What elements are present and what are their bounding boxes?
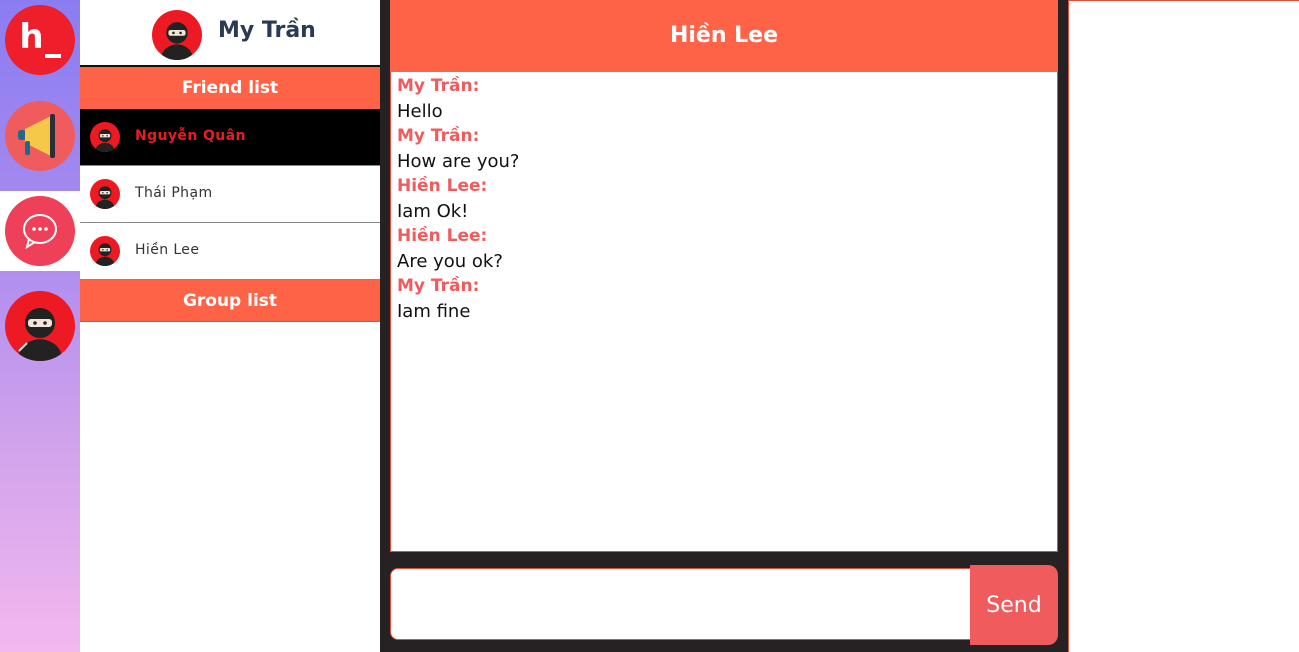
- message-sender: My Trần:: [397, 76, 480, 96]
- logo-text: h: [19, 17, 43, 57]
- announcements-button[interactable]: [5, 101, 75, 171]
- message-text: Hello: [397, 101, 443, 122]
- send-button[interactable]: Send: [970, 565, 1058, 645]
- message-sender: Hiền Lee:: [397, 226, 488, 246]
- friend-item[interactable]: Hiền Lee: [80, 223, 380, 280]
- friend-list-header: Friend list: [80, 67, 380, 109]
- message-text: Iam Ok!: [397, 201, 469, 222]
- app-rail: h: [0, 0, 80, 652]
- message-input-wrapper: [390, 568, 972, 640]
- message-sender: My Trần:: [397, 126, 480, 146]
- friend-avatar: [90, 179, 120, 209]
- message-sender: My Trần:: [397, 276, 480, 296]
- friend-name: Thái Phạm: [135, 185, 213, 201]
- ninja-avatar-icon: [95, 129, 115, 152]
- message-text: How are you?: [397, 151, 520, 172]
- user-name: My Trần: [218, 18, 316, 43]
- profile-avatar-button[interactable]: [5, 291, 75, 361]
- friend-item[interactable]: Nguyễn Quân: [80, 109, 380, 166]
- user-header: My Trần: [80, 0, 380, 67]
- message-list[interactable]: My Trần: Hello My Trần: How are you? Hiền Le…: [390, 72, 1058, 552]
- friend-name: Hiền Lee: [135, 242, 200, 258]
- megaphone-icon: [18, 114, 55, 158]
- right-panel: [1068, 0, 1299, 652]
- group-list-header[interactable]: Group list: [80, 280, 380, 322]
- friend-avatar: [90, 236, 120, 266]
- messages-button[interactable]: [5, 196, 75, 266]
- friend-item[interactable]: Thái Phạm: [80, 166, 380, 223]
- app-logo[interactable]: h: [5, 5, 75, 75]
- message-sender: Hiền Lee:: [397, 176, 488, 196]
- message-input[interactable]: [391, 569, 971, 639]
- chat-area: Hiền Lee My Trần: Hello My Trần: How are yo…: [380, 0, 1068, 652]
- ninja-avatar-icon: [95, 243, 115, 266]
- message-text: Are you ok?: [397, 251, 503, 272]
- friend-list: Nguyễn Quân Thái Phạm Hiền Lee: [80, 109, 380, 280]
- ninja-avatar-icon: [95, 186, 115, 209]
- chat-title: Hiền Lee: [390, 0, 1058, 72]
- user-avatar: [152, 10, 202, 60]
- chat-bubble-icon: [23, 214, 57, 250]
- ninja-avatar-icon: [17, 308, 63, 361]
- message-text: Iam fine: [397, 301, 471, 322]
- friend-avatar: [90, 122, 120, 152]
- friend-name: Nguyễn Quân: [135, 128, 246, 144]
- ninja-avatar-icon: [160, 22, 194, 60]
- friend-panel: My Trần Friend list Nguyễn Quân Thái Phạ…: [80, 0, 380, 652]
